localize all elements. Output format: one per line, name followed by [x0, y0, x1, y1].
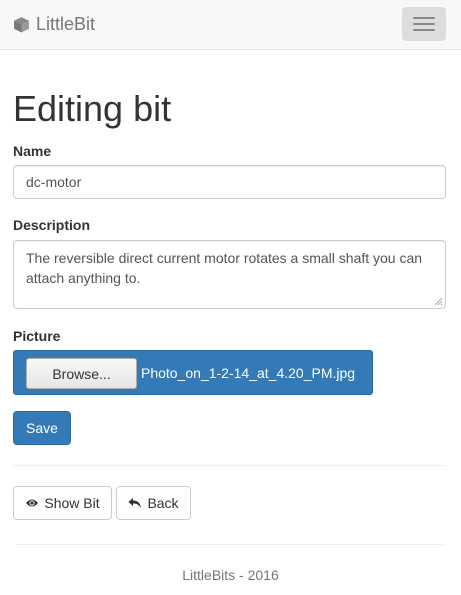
brand-link[interactable]: LittleBit: [13, 13, 95, 35]
description-field[interactable]: The reversible direct current motor rota…: [13, 240, 446, 309]
footer-divider: [16, 544, 443, 545]
hamburger-menu-icon: [413, 17, 435, 19]
back-label: Back: [147, 495, 179, 511]
selected-file-name: Photo_on_1-2-14_at_4.20_PM.jpg: [141, 365, 356, 381]
description-label: Description: [13, 217, 91, 233]
hamburger-menu-icon: [413, 23, 435, 25]
description-text: The reversible direct current motor rota…: [26, 250, 423, 286]
show-bit-label: Show Bit: [44, 495, 100, 511]
hamburger-menu-icon: [413, 29, 435, 31]
picture-file-input[interactable]: Browse... Photo_on_1-2-14_at_4.20_PM.jpg: [13, 350, 373, 395]
page-title: Editing bit: [13, 88, 172, 129]
cube-icon: [13, 16, 30, 33]
resize-grip-icon[interactable]: [433, 296, 443, 306]
eye-icon: [25, 497, 39, 509]
back-arrow-icon: [128, 497, 142, 509]
name-label: Name: [13, 143, 52, 159]
navbar-toggle-button[interactable]: [402, 7, 446, 41]
save-button[interactable]: Save: [13, 411, 71, 445]
picture-label: Picture: [13, 328, 61, 344]
browse-button[interactable]: Browse...: [26, 358, 137, 389]
navbar: LittleBit: [0, 0, 461, 50]
back-button[interactable]: Back: [116, 486, 191, 520]
brand-label: LittleBit: [36, 13, 96, 34]
name-field[interactable]: dc-motor: [13, 165, 446, 199]
divider: [13, 465, 446, 466]
show-bit-button[interactable]: Show Bit: [13, 486, 112, 520]
footer-text: LittleBits - 2016: [182, 567, 279, 583]
